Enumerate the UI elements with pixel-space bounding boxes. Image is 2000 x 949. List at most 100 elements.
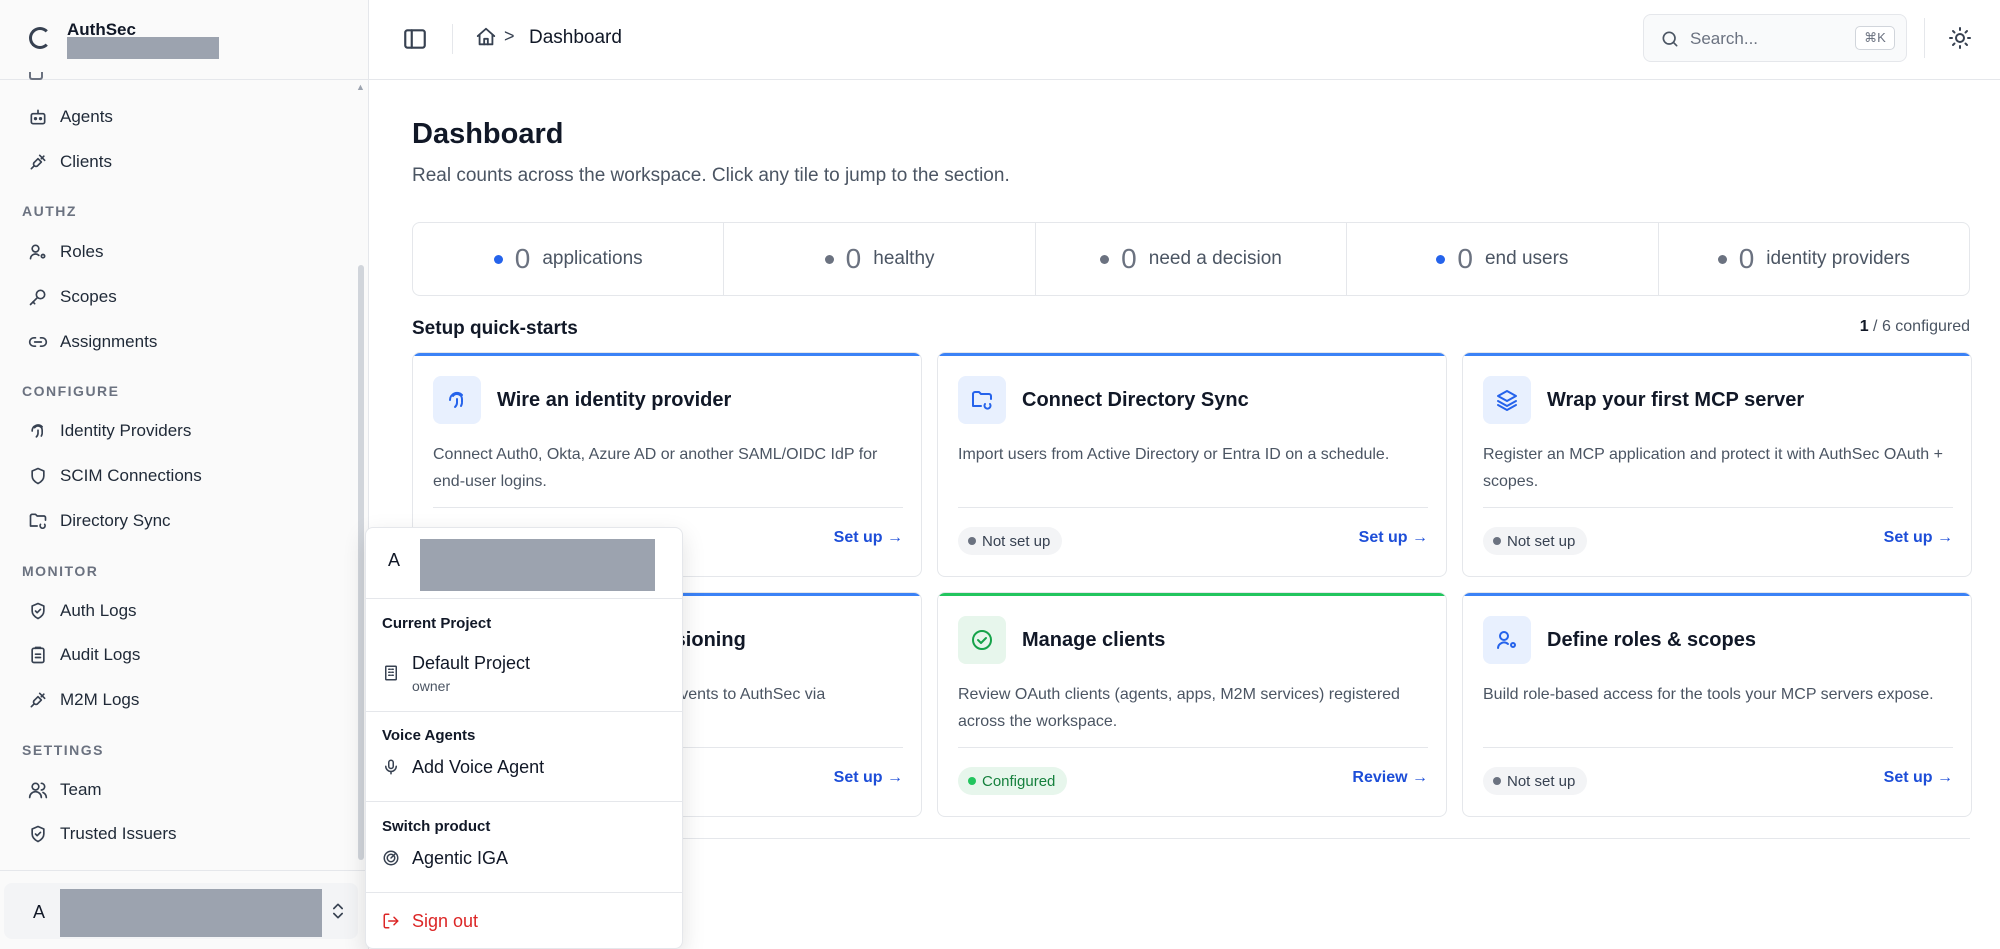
project-role: owner [412,678,451,694]
status-badge: Not set up [1483,527,1588,555]
sidebar-item-identity-providers[interactable]: Identity Providers [22,413,352,449]
building-icon [385,665,397,681]
search-input[interactable]: Search... ⌘K [1643,14,1907,62]
home-icon[interactable] [475,26,497,48]
sidebar-item-trusted-issuers[interactable]: Trusted Issuers [22,816,352,852]
section-configure: CONFIGURE [22,383,120,399]
card-action-link[interactable]: Set up → [834,769,903,787]
stat-healthy[interactable]: 0 healthy [724,223,1036,295]
scroll-up-icon[interactable]: ▲ [356,82,365,92]
card-manage-clients[interactable]: Manage clients Review OAuth clients (age… [937,592,1447,817]
card-accent [938,353,1446,356]
shield-check-icon [31,825,45,843]
card-icon [958,616,1006,664]
divider [433,507,903,508]
stat-end-users[interactable]: 0 end users [1347,223,1659,295]
add-voice-agent-button[interactable]: Add Voice Agent [382,750,672,784]
plug-icon [30,154,46,170]
clipboard-icon [31,646,45,664]
sidebar-item-label: Assignments [60,332,158,351]
top-header: > Dashboard Search... ⌘K [369,0,2000,80]
sidebar-item-roles[interactable]: Roles [22,234,352,270]
card-title: Manage clients [1022,629,1166,651]
stat-need-decision[interactable]: 0 need a decision [1036,223,1348,295]
menu-item-label: Agentic IGA [412,847,509,868]
sign-out-button[interactable]: Sign out [382,904,672,938]
divider [1483,747,1953,748]
card-title: Connect Directory Sync [1022,389,1249,411]
folder-sync-icon [29,513,47,529]
user-footer: A [0,870,369,949]
sidebar-item-label: Agents [60,107,113,126]
stats-bar: 0 applications 0 healthy 0 need a decisi… [412,222,1970,296]
card-roles-scopes[interactable]: Define roles & scopes Build role-based a… [1462,592,1972,817]
divider [366,801,682,802]
sidebar-item-auth-logs[interactable]: Auth Logs [22,593,352,629]
page-title: Dashboard [412,118,564,150]
shield-icon [31,467,45,485]
bot-icon [30,109,46,125]
sidebar-item-label: SCIM Connections [60,466,202,485]
status-dot [1436,254,1446,264]
layers-icon [1497,390,1517,411]
fingerprint-icon [31,424,44,438]
card-icon [1483,376,1531,424]
user-menu-button[interactable]: A [4,883,358,939]
quickstarts-title: Setup quick-starts [412,318,578,339]
card-action-link[interactable]: Set up → [1359,529,1428,547]
status-badge: Not set up [958,527,1063,555]
divider [452,24,453,54]
check-circle-icon [972,630,992,650]
card-action-link[interactable]: Set up → [1884,769,1953,787]
stat-applications[interactable]: 0 applications [413,223,725,295]
card-accent [1463,593,1971,596]
sidebar-item-label: Audit Logs [60,645,141,664]
sidebar-item-audit-logs[interactable]: Audit Logs [22,637,352,673]
card-description: Review OAuth clients (agents, apps, M2M … [958,686,1400,730]
quickstarts-count: 1 / 6 configured [1820,318,1970,336]
users-icon [28,782,48,799]
card-description: Build role-based access for the tools yo… [1483,686,1934,703]
status-dot [824,254,834,264]
microphone-icon [385,759,397,775]
shield-check-icon [31,602,45,620]
sidebar-item-m2m-logs[interactable]: M2M Logs [22,682,352,718]
sidebar-item-label: Scopes [60,287,117,306]
sidebar-scrollbar[interactable] [358,265,364,860]
avatar: A [387,549,400,570]
sidebar-item-directory-sync[interactable]: Directory Sync [22,503,352,539]
stat-label: healthy [873,248,935,269]
stat-identity-providers[interactable]: 0 identity providers [1659,223,1969,295]
quickstarts-count-value: 1 [1859,318,1869,335]
radar-icon [383,850,399,866]
sidebar-item-assignments[interactable]: Assignments [22,324,352,360]
brand-header[interactable]: AuthSec [0,0,369,80]
sidebar-item-team[interactable]: Team [22,772,352,808]
sidebar-item-label: Trusted Issuers [60,824,177,843]
key-icon [29,289,46,306]
user-key-icon [29,244,46,260]
project-item[interactable]: Default Project [412,653,530,674]
menu-item-label: Add Voice Agent [412,756,545,777]
card-action-link[interactable]: Set up → [834,529,903,547]
plug-icon [30,692,46,708]
section-monitor: MONITOR [22,563,99,579]
sidebar-item-clients[interactable]: Clients [22,144,352,180]
sidebar-item-scim[interactable]: SCIM Connections [22,458,352,494]
card-action-link[interactable]: Review → [1352,769,1428,787]
avatar: A [32,901,45,922]
card-title: Define roles & scopes [1547,629,1756,651]
current-project-label: Current Project [382,615,492,632]
sidebar-item-agents[interactable]: Agents [22,99,352,135]
card-action-link[interactable]: Set up → [1884,529,1953,547]
stat-value: 0 [1457,243,1473,274]
sun-icon[interactable] [1948,26,1972,50]
status-badge: Configured [958,767,1068,795]
agentic-iga-item[interactable]: Agentic IGA [382,841,672,875]
stat-label: applications [542,248,643,269]
card-directory-sync[interactable]: Connect Directory Sync Import users from… [937,352,1447,577]
card-mcp-server[interactable]: Wrap your first MCP server Register an M… [1462,352,1972,577]
sidebar-toggle-icon[interactable] [402,26,428,52]
sidebar-item-scopes[interactable]: Scopes [22,279,352,315]
card-description: Import users from Active Directory or En… [958,446,1390,463]
